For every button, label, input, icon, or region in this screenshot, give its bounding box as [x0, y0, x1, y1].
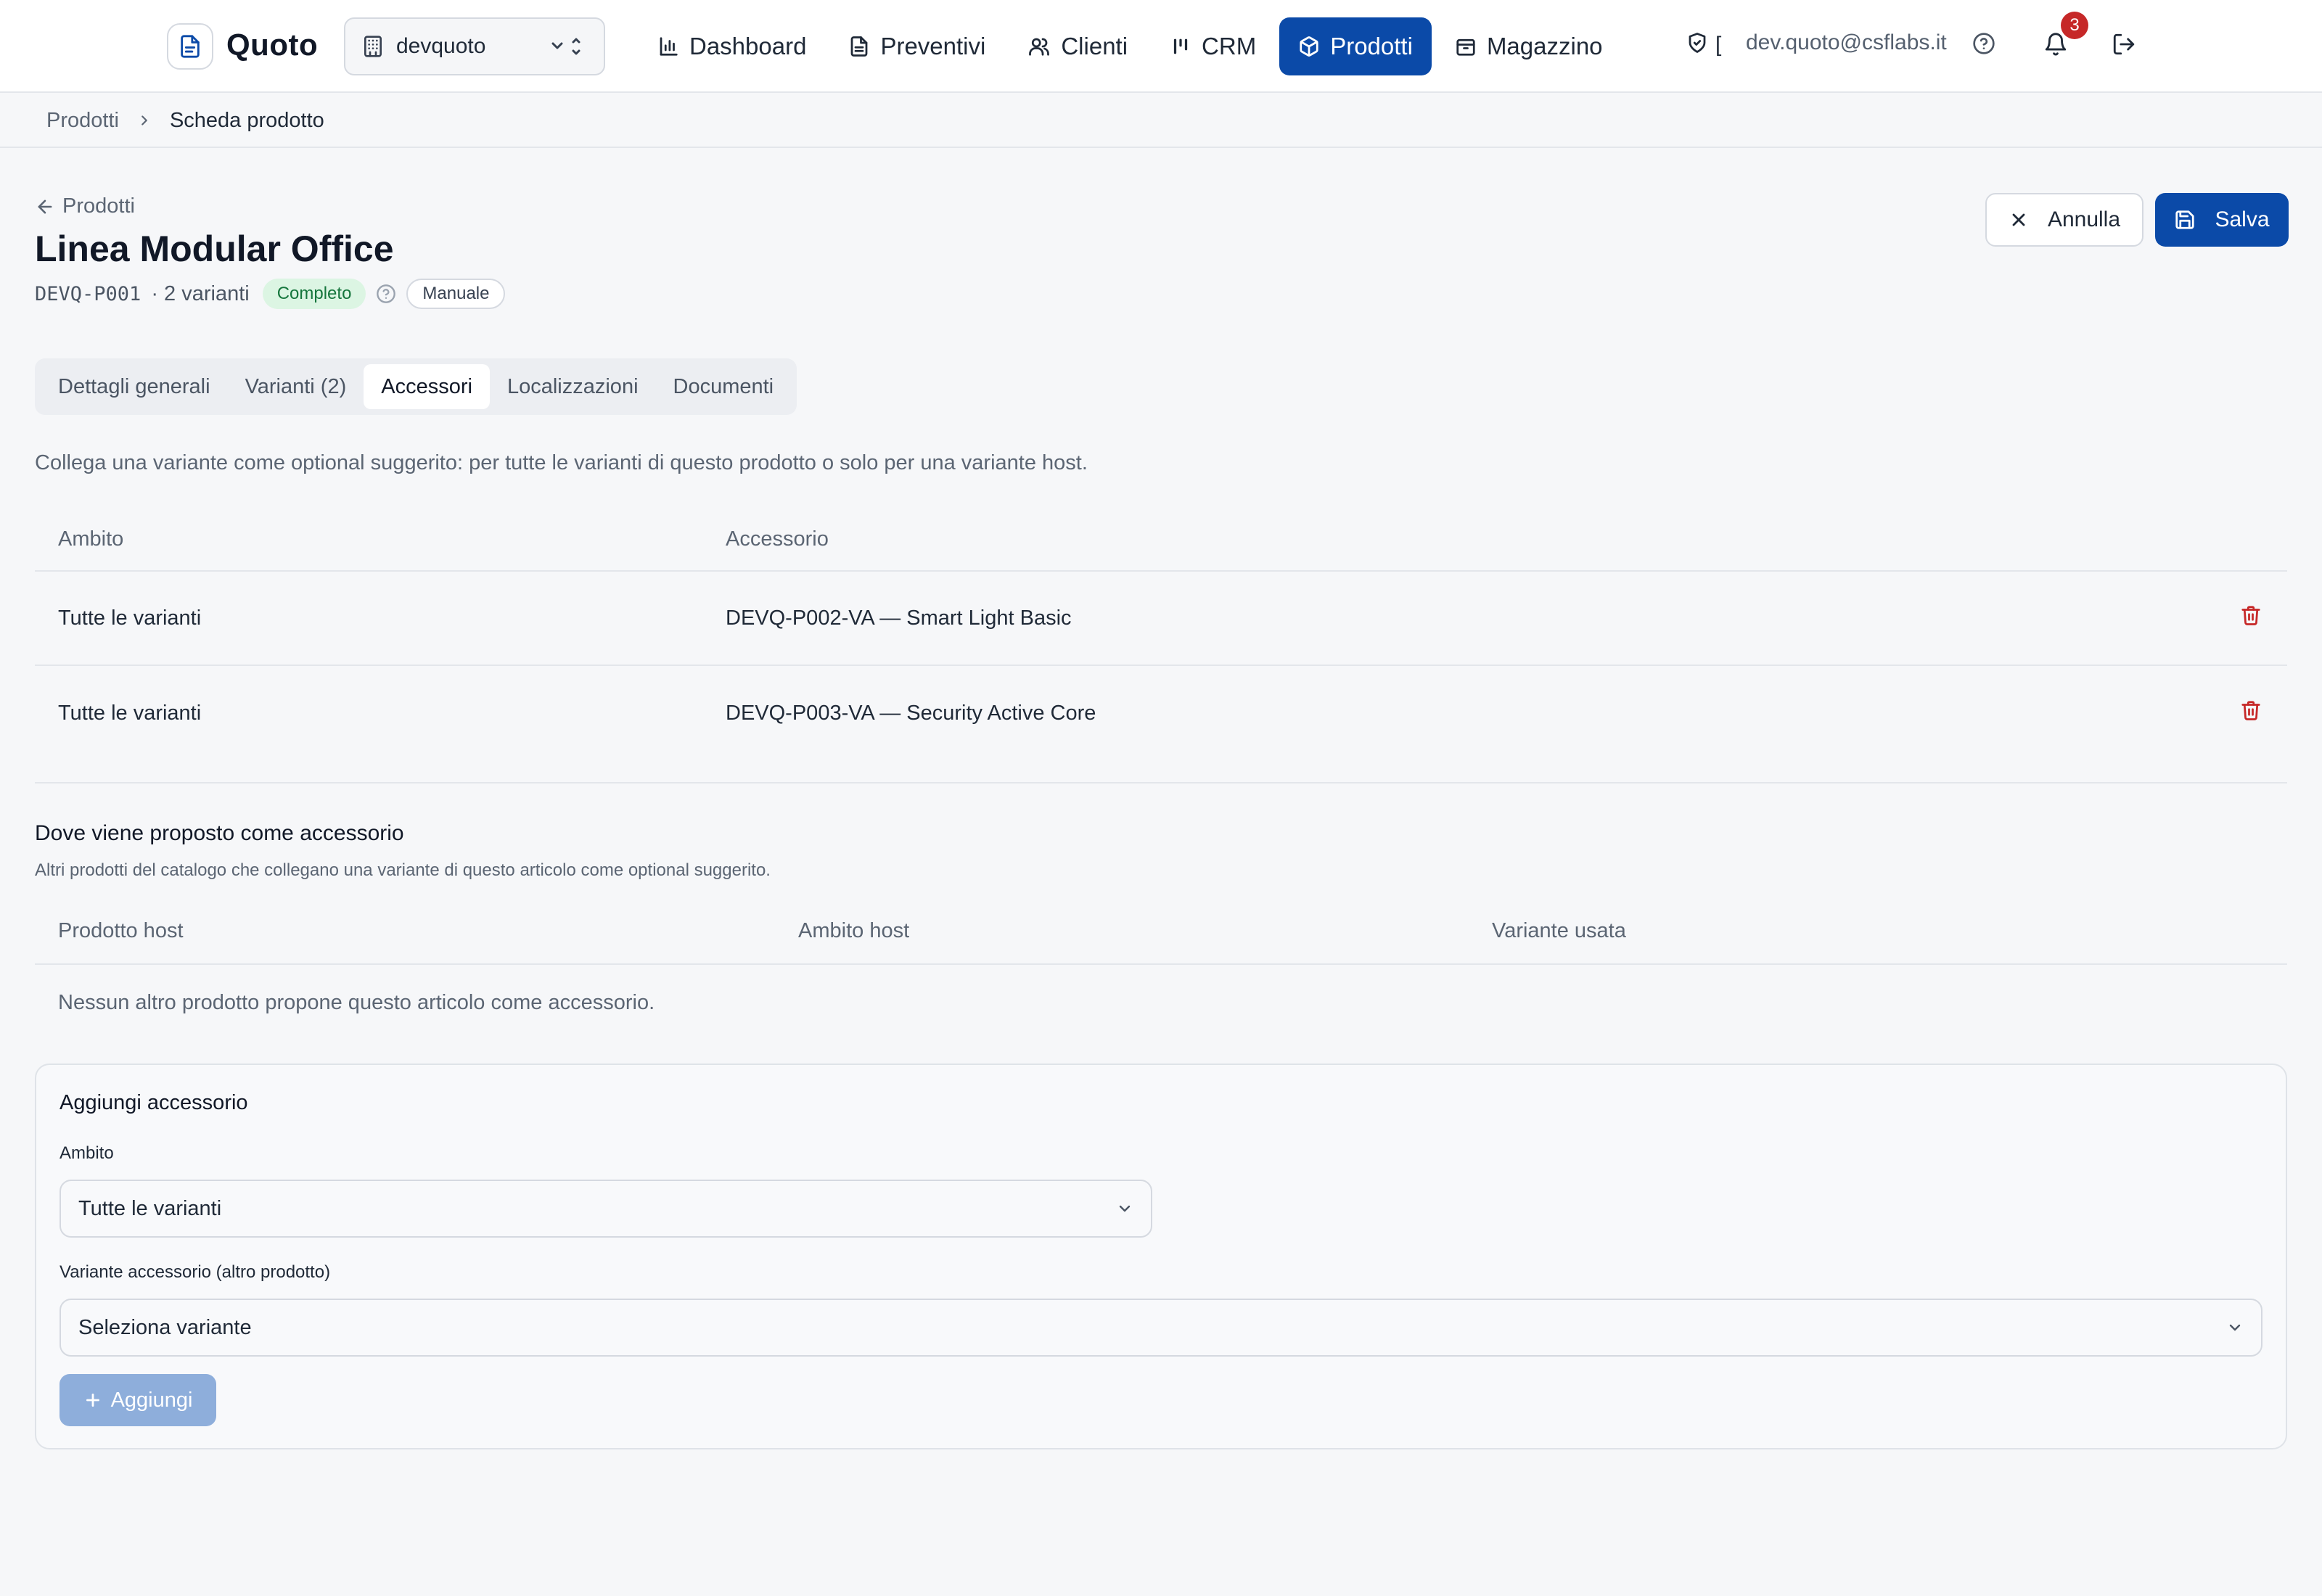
row-accessory: DEVQ-P002-VA — Smart Light Basic	[726, 606, 1072, 630]
bell-icon[interactable]	[2043, 32, 2068, 57]
nav-dashboard[interactable]: Dashboard	[639, 17, 825, 75]
building-icon	[361, 35, 385, 58]
save-button[interactable]: Salva	[2155, 193, 2289, 247]
variants-count: · 2 varianti	[151, 281, 250, 305]
add-accessory-button[interactable]: Aggiungi	[60, 1374, 216, 1426]
tab-documenti[interactable]: Documenti	[656, 364, 792, 409]
accessories-table: Ambito Accessorio Tutte le varianti DEVQ…	[35, 508, 2287, 760]
status-badge: Completo	[262, 279, 366, 309]
delete-button[interactable]	[2215, 604, 2287, 632]
back-link[interactable]: Prodotti	[35, 194, 135, 218]
column-header-host-product: Prodotto host	[58, 918, 184, 942]
proposed-section-title: Dove viene proposto come accessorio	[35, 821, 404, 845]
nav-truncated-label: [	[1715, 32, 1722, 57]
chevrons-up-down-icon	[547, 36, 588, 57]
logo-icon[interactable]	[167, 23, 213, 70]
row-accessory: DEVQ-P003-VA — Security Active Core	[726, 701, 1096, 725]
workspace-selector[interactable]: devquoto	[344, 17, 605, 75]
scope-select-value: Tutte le varianti	[78, 1196, 222, 1220]
product-meta: DEVQ-P001 · 2 varianti Completo Manuale	[35, 277, 506, 310]
bar-chart-icon	[657, 36, 679, 57]
chevron-down-icon	[1116, 1200, 1133, 1217]
nav-label: Dashboard	[689, 33, 807, 59]
tab-varianti[interactable]: Varianti (2)	[228, 364, 364, 409]
variant-select[interactable]: Seleziona variante	[60, 1299, 2262, 1357]
proposed-section-subtitle: Altri prodotti del catalogo che collegan…	[35, 860, 771, 880]
plus-icon	[83, 1391, 102, 1410]
breadcrumb: Prodotti Scheda prodotto	[0, 94, 2322, 148]
trash-icon	[2240, 604, 2262, 632]
nav-label: Preventivi	[880, 33, 986, 59]
arrow-left-icon	[35, 197, 55, 217]
column-header-scope: Ambito	[58, 527, 124, 551]
column-header-variant-used: Variante usata	[1492, 918, 1626, 942]
nav-label: Magazzino	[1486, 33, 1603, 59]
breadcrumb-parent[interactable]: Prodotti	[46, 109, 119, 133]
add-accessory-title: Aggiungi accessorio	[60, 1091, 248, 1114]
document-icon	[848, 36, 870, 57]
product-tabs: Dettagli generali Varianti (2) Accessori…	[35, 358, 797, 415]
variant-select-placeholder: Seleziona variante	[78, 1315, 252, 1339]
nav-prodotti[interactable]: Prodotti	[1279, 17, 1432, 75]
nav-label: CRM	[1202, 33, 1257, 59]
nav-magazzino[interactable]: Magazzino	[1436, 17, 1622, 75]
user-email: dev.quoto@csflabs.it	[1746, 30, 1947, 54]
users-icon	[1027, 36, 1051, 57]
cancel-button[interactable]: Annulla	[1985, 193, 2143, 247]
workspace-name: devquoto	[396, 34, 486, 58]
row-scope: Tutte le varianti	[58, 701, 202, 725]
add-button-label: Aggiungi	[110, 1388, 193, 1412]
main-nav: Dashboard Preventivi Clienti CRM Prodott…	[639, 17, 1626, 75]
variant-label: Variante accessorio (altro prodotto)	[60, 1262, 331, 1282]
column-header-host-scope: Ambito host	[798, 918, 910, 942]
save-icon	[2174, 209, 2196, 231]
help-circle-icon[interactable]	[1972, 32, 1995, 55]
table-header: Prodotto host Ambito host Variante usata	[35, 898, 2287, 965]
shield-icon	[1686, 32, 1708, 57]
help-circle-icon[interactable]	[376, 284, 396, 304]
chevron-right-icon	[136, 112, 152, 128]
accessories-intro: Collega una variante come optional sugge…	[35, 451, 1088, 474]
nav-admin-truncated[interactable]: [	[1686, 32, 1721, 57]
top-navbar: Quoto devquoto Dashboard Preventivi Clie…	[0, 0, 2322, 93]
app-name: Quoto	[226, 28, 319, 62]
save-label: Salva	[2215, 207, 2270, 231]
table-header: Ambito Accessorio	[35, 508, 2287, 572]
delete-button[interactable]	[2215, 699, 2287, 727]
trash-icon	[2240, 699, 2262, 727]
nav-preventivi[interactable]: Preventivi	[829, 17, 1004, 75]
product-sku: DEVQ-P001	[35, 282, 141, 305]
table-row: Tutte le varianti DEVQ-P002-VA — Smart L…	[35, 572, 2287, 666]
scope-label: Ambito	[60, 1143, 114, 1163]
nav-label: Prodotti	[1330, 33, 1413, 59]
proposed-table: Prodotto host Ambito host Variante usata…	[35, 898, 2287, 1040]
warehouse-icon	[1455, 36, 1477, 57]
add-accessory-card: Aggiungi accessorio Ambito Tutte le vari…	[35, 1064, 2287, 1449]
breadcrumb-current: Scheda prodotto	[169, 108, 324, 132]
tab-accessori[interactable]: Accessori	[364, 364, 490, 409]
kanban-icon	[1170, 36, 1191, 57]
table-row: Tutte le varianti DEVQ-P003-VA — Securit…	[35, 666, 2287, 760]
scope-select[interactable]: Tutte le varianti	[60, 1180, 1152, 1238]
chevron-down-icon	[2226, 1319, 2244, 1336]
box-icon	[1298, 36, 1320, 57]
nav-clienti[interactable]: Clienti	[1009, 17, 1146, 75]
section-divider	[35, 782, 2287, 783]
tab-dettagli-generali[interactable]: Dettagli generali	[41, 364, 228, 409]
back-link-label: Prodotti	[62, 194, 135, 218]
row-scope: Tutte le varianti	[58, 606, 202, 630]
page-title: Linea Modular Office	[35, 229, 394, 269]
notification-badge: 3	[2061, 12, 2088, 39]
nav-label: Clienti	[1061, 33, 1128, 59]
source-badge: Manuale	[406, 279, 506, 309]
empty-state: Nessun altro prodotto propone questo art…	[58, 990, 655, 1014]
nav-crm[interactable]: CRM	[1151, 17, 1275, 75]
logout-icon[interactable]	[2112, 32, 2136, 57]
tab-localizzazioni[interactable]: Localizzazioni	[490, 364, 656, 409]
column-header-accessory: Accessorio	[726, 527, 829, 551]
cancel-label: Annulla	[2047, 207, 2121, 231]
close-icon	[2009, 210, 2029, 230]
